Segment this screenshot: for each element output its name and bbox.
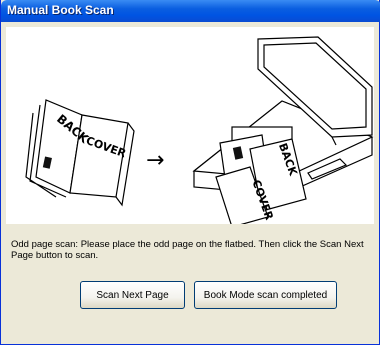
flatbed-scanner-icon: BACK COVER	[192, 36, 374, 224]
scan-next-page-button[interactable]: Scan Next Page	[80, 281, 185, 309]
instruction-text: Odd page scan: Please place the odd page…	[11, 239, 364, 261]
title-bar[interactable]: Manual Book Scan	[1, 0, 380, 22]
open-book-icon: BACK COVER	[25, 99, 135, 207]
book-mode-scan-completed-button[interactable]: Book Mode scan completed	[194, 281, 337, 309]
manual-book-scan-window: Manual Book Scan BACK COVER → BACK COVER…	[0, 0, 380, 345]
arrow-icon: →	[146, 148, 164, 173]
illustration-panel: BACK COVER → BACK COVER	[6, 27, 374, 224]
window-title: Manual Book Scan	[7, 3, 114, 17]
book-scan-illustration: BACK COVER → BACK COVER	[25, 36, 374, 224]
